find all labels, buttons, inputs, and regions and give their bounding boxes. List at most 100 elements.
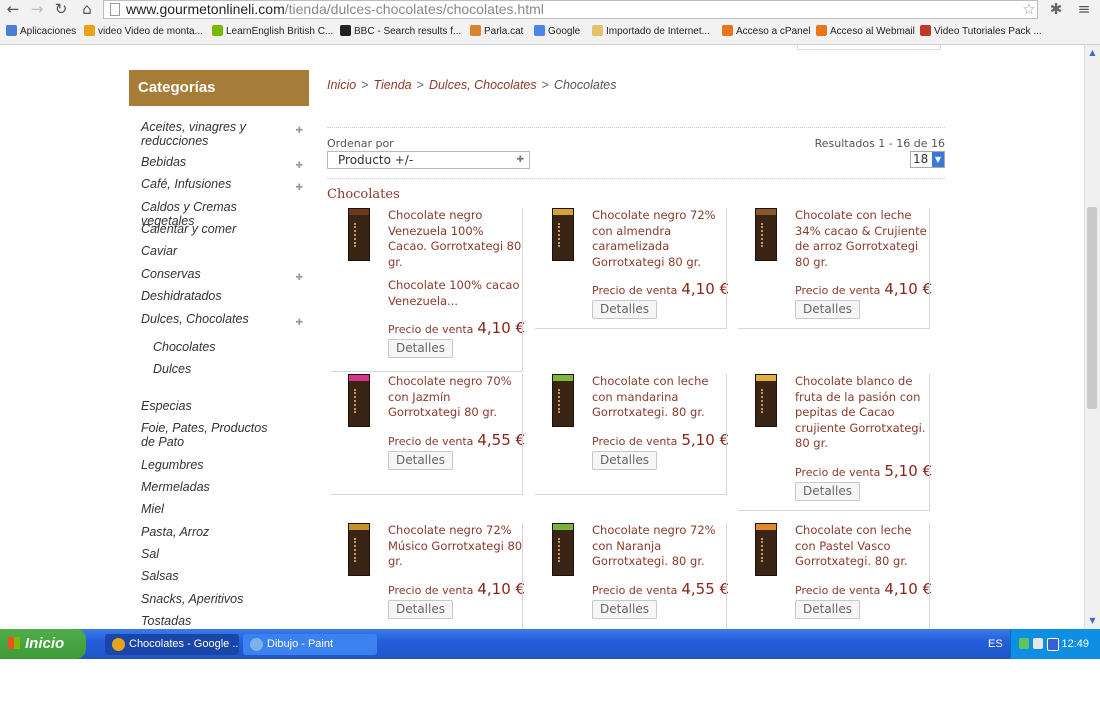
card-border (726, 523, 727, 629)
category-item[interactable]: Bebidas ✚ (141, 155, 309, 172)
back-arrow-icon[interactable]: ← (4, 0, 22, 18)
product-name-link[interactable]: Chocolate con leche con Pastel Vasco Gor… (795, 523, 933, 570)
details-button[interactable]: Detalles (388, 339, 453, 358)
bookmark-item[interactable]: LearnEnglish British C... (212, 25, 333, 39)
category-item[interactable]: Caviar (141, 244, 309, 258)
product-image[interactable] (348, 523, 370, 576)
details-button[interactable]: Detalles (592, 599, 657, 619)
product-image[interactable] (348, 208, 370, 261)
category-item[interactable]: Miel (141, 502, 309, 516)
breadcrumb-separator: > (361, 78, 369, 92)
security-shield-icon[interactable] (1047, 638, 1059, 651)
category-item[interactable]: Café, Infusiones ✚ (141, 177, 309, 194)
taskbar-window-button[interactable]: Chocolates - Google ... (105, 634, 239, 655)
home-icon[interactable]: ⌂ (78, 0, 96, 18)
product-image[interactable] (755, 208, 777, 261)
forward-arrow-icon[interactable]: → (28, 0, 46, 18)
taskbar-window-button[interactable]: Dibujo - Paint (243, 634, 377, 655)
bookmark-item[interactable]: Acceso a cPanel (722, 25, 811, 39)
bookmark-star-icon[interactable]: ☆ (1020, 0, 1038, 18)
category-item[interactable]: Sal (141, 547, 309, 561)
bookmark-item[interactable]: Importado de Internet... (592, 25, 710, 39)
bookmark-item[interactable]: Parla.cat (470, 25, 523, 39)
product-name-link[interactable]: Chocolate negro 72% con Naranja Gorrotxa… (592, 523, 730, 570)
address-bar[interactable]: www.gourmetonlineli.com/tienda/dulces-ch… (103, 0, 1038, 19)
bookmark-label: BBC - Search results f... (354, 26, 462, 37)
category-item[interactable]: Calentar y comer (141, 222, 309, 236)
category-item[interactable]: Mermeladas (141, 480, 309, 494)
category-item[interactable]: Legumbres (141, 458, 309, 472)
product-info: Chocolate negro 70% con Jazmín Gorrotxat… (388, 374, 526, 470)
category-label: Deshidratados (141, 289, 222, 303)
product-name-link[interactable]: Chocolate negro 72% con almendra caramel… (592, 208, 730, 270)
product-image[interactable] (552, 208, 574, 261)
product-name-link[interactable]: Chocolate negro 72% Músico Gorrotxategi … (388, 523, 526, 570)
details-button[interactable]: Detalles (388, 450, 453, 470)
details-button[interactable]: Detalles (592, 450, 657, 470)
product-name-link[interactable]: Chocolate con leche 34% cacao & Crujient… (795, 208, 933, 270)
category-item[interactable]: Tostadas (141, 614, 309, 628)
category-item[interactable]: Aceites, vinagres y reducciones ✚ (141, 120, 309, 148)
bookmark-item[interactable]: Aplicaciones (6, 25, 76, 39)
category-item[interactable]: Pasta, Arroz (141, 525, 309, 539)
category-item[interactable]: Dulces, Chocolates ✚ (141, 312, 309, 329)
product-image[interactable] (755, 523, 777, 576)
per-page-select[interactable]: 18 ▼ (910, 151, 945, 168)
category-item[interactable]: Chocolates (153, 340, 321, 354)
product-name-link[interactable]: Chocolate blanco de fruta de la pasión c… (795, 374, 933, 452)
details-button[interactable]: Detalles (795, 300, 860, 319)
details-button[interactable]: Detalles (795, 599, 860, 619)
product-price: 4,10 € (477, 319, 526, 337)
product-name-link[interactable]: Chocolate con leche con mandarina Gorrot… (592, 374, 730, 421)
bookmark-item[interactable]: video Video de monta... (84, 25, 203, 39)
details-button[interactable]: Detalles (795, 481, 860, 501)
category-item[interactable]: Deshidratados (141, 289, 309, 303)
bookmark-label: Aplicaciones (20, 26, 77, 37)
category-item[interactable]: Especias (141, 399, 309, 413)
bookmark-item[interactable]: Video Tutoriales Pack ... (920, 25, 1042, 39)
expand-plus-icon[interactable]: ✚ (295, 180, 303, 194)
page-scrollbar[interactable]: ▲ ▼ (1084, 45, 1100, 629)
breadcrumb-link[interactable]: Dulces, Chocolates (429, 78, 537, 92)
product-name-link[interactable]: Chocolate negro 70% con Jazmín Gorrotxat… (388, 374, 526, 421)
tray-arrow-icon[interactable] (1019, 638, 1029, 649)
category-item[interactable]: Conservas ✚ (141, 267, 309, 284)
price-line: Precio de venta 5,10 € (795, 461, 933, 480)
expand-plus-icon[interactable]: ✚ (295, 158, 303, 172)
scroll-up-icon[interactable]: ▲ (1085, 47, 1100, 59)
category-item[interactable]: Snacks, Aperitivos (141, 592, 309, 606)
extension-icon[interactable]: ✱ (1047, 0, 1065, 18)
price-label: Precio de venta (592, 434, 678, 448)
start-button[interactable]: Inicio (0, 629, 86, 659)
category-item[interactable]: Salsas (141, 569, 309, 583)
expand-plus-icon[interactable]: ✚ (295, 123, 303, 137)
price-line: Precio de venta 4,55 € (592, 579, 730, 598)
card-border (331, 494, 523, 495)
reload-icon[interactable]: ↻ (52, 0, 70, 18)
details-button[interactable]: Detalles (388, 599, 453, 619)
product-image-band (349, 209, 369, 215)
product-image[interactable] (552, 374, 574, 427)
breadcrumb-link[interactable]: Inicio (327, 78, 356, 92)
category-item[interactable]: Foie, Pates, Productos de Pato (141, 421, 309, 449)
scrollbar-thumb[interactable] (1087, 207, 1097, 409)
bookmark-item[interactable]: Acceso al Webmail (816, 25, 915, 39)
network-icon[interactable] (1033, 638, 1043, 649)
product-image[interactable] (755, 374, 777, 427)
sort-label: Ordenar por (327, 137, 394, 150)
language-indicator[interactable]: ES (988, 629, 1003, 659)
expand-plus-icon[interactable]: ✚ (295, 315, 303, 329)
breadcrumb-link[interactable]: Tienda (374, 78, 412, 92)
expand-plus-icon[interactable]: ✚ (295, 270, 303, 284)
scroll-down-icon[interactable]: ▼ (1085, 615, 1100, 627)
bookmark-item[interactable]: BBC - Search results f... (340, 25, 461, 39)
menu-icon[interactable]: ≡ (1075, 0, 1093, 18)
categories-title: Categorías (129, 70, 309, 106)
category-item[interactable]: Dulces (153, 362, 321, 376)
product-name-link[interactable]: Chocolate negro Venezuela 100% Cacao. Go… (388, 208, 526, 270)
product-image[interactable] (552, 523, 574, 576)
product-image[interactable] (348, 374, 370, 427)
details-button[interactable]: Detalles (592, 300, 657, 319)
sort-select[interactable]: Producto +/- ✚ (327, 151, 530, 169)
bookmark-item[interactable]: Google (534, 25, 580, 39)
